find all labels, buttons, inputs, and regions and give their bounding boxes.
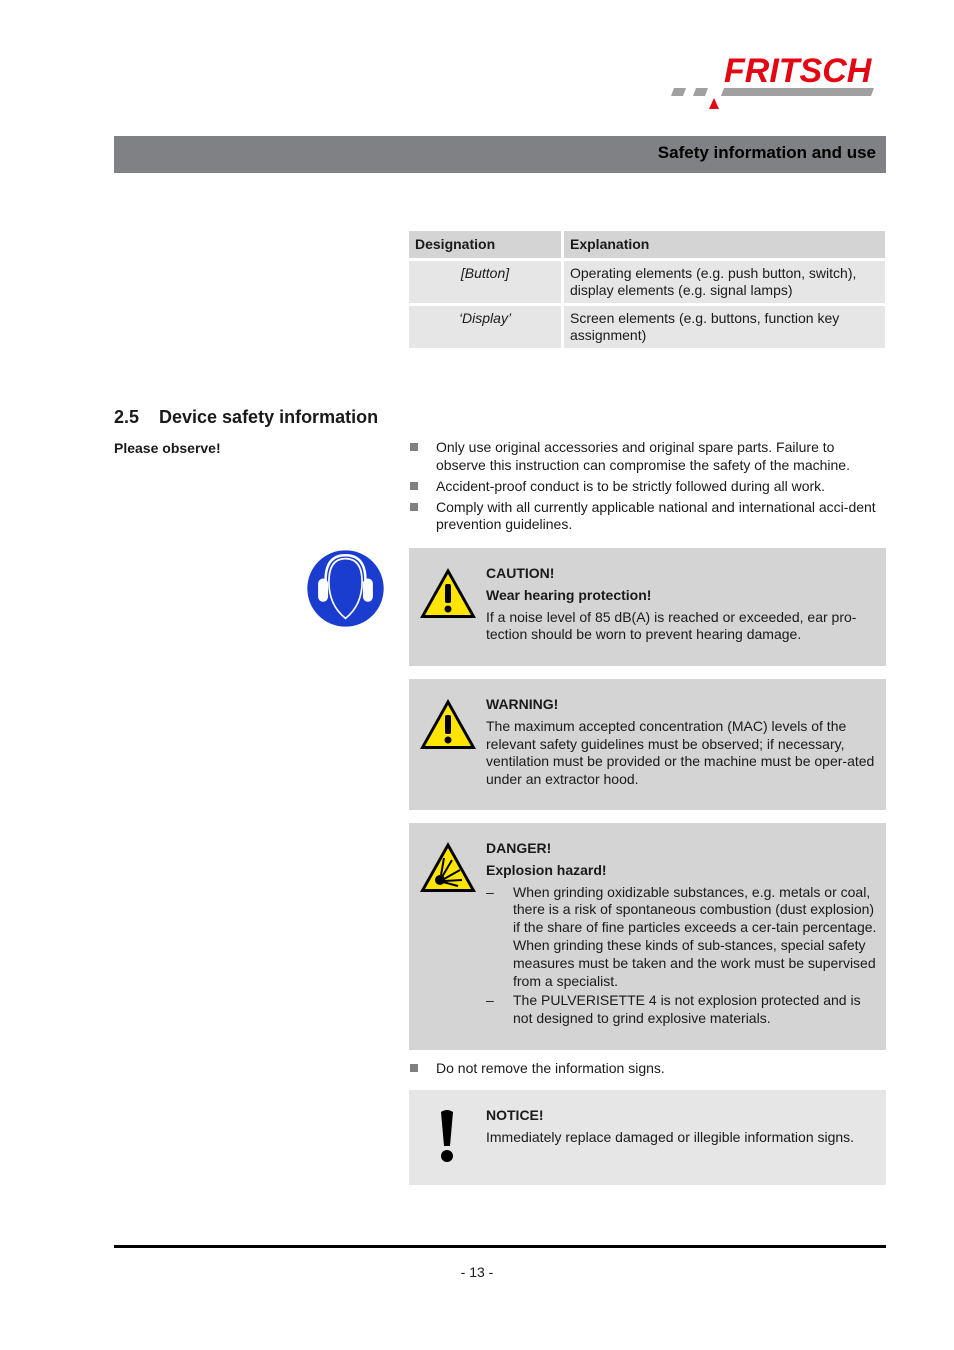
warning-text: The maximum accepted concentration (MAC)… [486, 717, 875, 788]
list-item-text: Accident-proof conduct is to be strictly… [436, 477, 826, 494]
danger-box: DANGER! Explosion hazard! – When grinding… [409, 823, 886, 1050]
logo-stripe-3 [721, 88, 874, 96]
bullet-list-top: Only use original accessories and origin… [409, 439, 885, 537]
bullet-list-bottom: Do not remove the information signs. [409, 1060, 885, 1081]
list-item-text: Do not remove the information signs. [436, 1060, 665, 1076]
table-header-designation: Designation [409, 231, 564, 258]
dash-bullet: – [486, 992, 494, 1009]
logo-red-triangle [709, 98, 719, 109]
caution-box: CAUTION! Wear hearing protection! If a n… [409, 548, 886, 666]
list-item-text: The PULVERISETTE 4 is not explosion prot… [513, 992, 861, 1027]
caution-subtitle: Wear hearing protection! [486, 586, 652, 603]
warning-title: WARNING! [486, 696, 559, 712]
list-item: Do not remove the information signs. [409, 1060, 885, 1078]
caution-text: If a noise level of 85 dB(A) is reached … [486, 608, 857, 643]
bullet-square-icon [410, 1064, 418, 1072]
table-header-explanation: Explanation [564, 231, 885, 258]
logo-stripe-2 [693, 88, 708, 96]
table-row: [Button] Operating elements (e.g. push b… [409, 261, 885, 303]
table-cell-explanation: Operating elements (e.g. push button, sw… [564, 261, 885, 303]
exclamation-icon [441, 1110, 453, 1162]
list-item-text: Comply with all currently applicable nat… [436, 498, 876, 533]
danger-title: DANGER! [486, 840, 552, 856]
designation-table: Designation Explanation [Button] Operati… [409, 228, 885, 351]
bullet-square-icon [410, 443, 418, 451]
list-item-text: Only use original accessories and origin… [436, 439, 850, 473]
explosion-hazard-icon [420, 842, 476, 892]
list-item: – When grinding oxidizable substances, e.… [486, 884, 878, 991]
table-row: ‘Display’ Screen elements (e.g. buttons,… [409, 306, 885, 348]
warning-triangle-icon [420, 568, 476, 618]
section-title-text: Device safety information [159, 407, 379, 427]
side-label: Please observe! [114, 440, 221, 456]
warning-triangle-icon [420, 699, 476, 749]
danger-subtitle: Explosion hazard! [486, 861, 607, 878]
bullet-square-icon [410, 481, 418, 490]
footer-rule [114, 1245, 886, 1248]
table-header-row: Designation Explanation [409, 231, 885, 258]
fritsch-logo: FRITSCH [671, 52, 874, 109]
chapter-header-bar: Safety information and use [114, 136, 886, 173]
table-cell-designation: ‘Display’ [409, 306, 564, 348]
chapter-title: Safety information and use [657, 143, 876, 162]
section-number: 2.5 [114, 407, 140, 427]
logo-text: FRITSCH [724, 52, 873, 90]
page-number: - 13 - [460, 1264, 494, 1280]
list-item: – The PULVERISETTE 4 is not explosion pro… [486, 992, 878, 1028]
list-item: Only use original accessories and origin… [409, 439, 885, 474]
table-cell-designation: [Button] [409, 261, 564, 303]
section-heading: 2.5 Device safety information [114, 407, 378, 428]
hearing-protection-icon [305, 548, 386, 629]
danger-list: – When grinding oxidizable substances, e.… [486, 884, 878, 1028]
bullet-square-icon [410, 502, 418, 511]
notice-text: Immediately replace damaged or illegible… [486, 1128, 855, 1145]
list-item: Comply with all currently applicable nat… [409, 499, 885, 534]
dash-bullet: – [486, 883, 494, 900]
caution-title: CAUTION! [486, 565, 555, 581]
logo-stripe-1 [671, 88, 686, 96]
warning-box: WARNING! The maximum accepted concentrat… [409, 679, 886, 810]
notice-box: NOTICE! Immediately replace damaged or i… [409, 1090, 886, 1185]
table-cell-explanation: Screen elements (e.g. buttons, function … [564, 306, 885, 348]
list-item: Accident-proof conduct is to be strictly… [409, 478, 885, 496]
notice-title: NOTICE! [486, 1107, 544, 1123]
list-item-text: When grinding oxidizable substances, e.g… [513, 883, 877, 989]
